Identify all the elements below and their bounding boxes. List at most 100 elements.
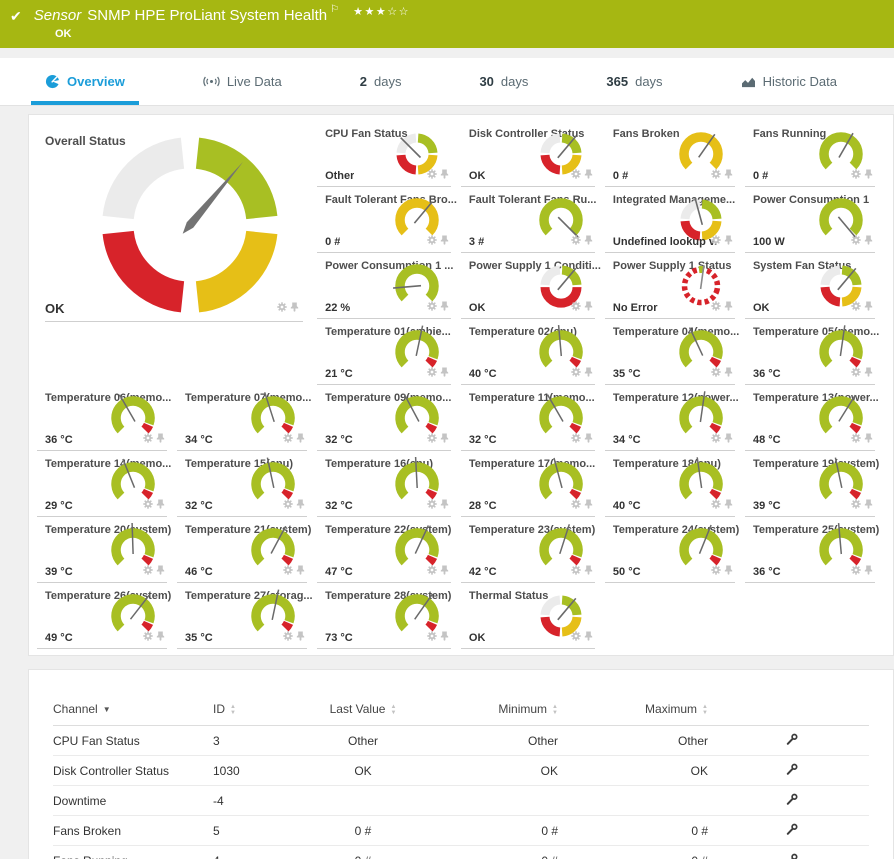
gear-icon[interactable] — [571, 562, 581, 580]
pin-icon[interactable] — [440, 298, 449, 316]
gear-icon[interactable] — [283, 628, 293, 646]
gear-icon[interactable] — [143, 496, 153, 514]
gauge-tile[interactable]: Temperature 19(system) 39 °C — [745, 453, 885, 519]
gear-icon[interactable] — [571, 232, 581, 250]
pin-icon[interactable] — [724, 496, 733, 514]
star-rating[interactable]: ★★★☆☆ — [353, 5, 410, 18]
sort-icon[interactable] — [552, 704, 558, 716]
pin-icon[interactable] — [440, 496, 449, 514]
column-header-minimum[interactable]: Minimum — [428, 696, 558, 726]
pin-icon[interactable] — [584, 298, 593, 316]
gear-icon[interactable] — [427, 562, 437, 580]
gear-icon[interactable] — [283, 562, 293, 580]
gauge-tile[interactable]: Integrated Manageme... Undefined lookup … — [605, 189, 745, 255]
pin-icon[interactable] — [724, 364, 733, 382]
pin-icon[interactable] — [296, 430, 305, 448]
gauge-tile[interactable]: Power Consumption 1 ... 22 % — [317, 255, 461, 321]
gear-icon[interactable] — [851, 166, 861, 184]
gear-icon[interactable] — [427, 166, 437, 184]
gear-icon[interactable] — [851, 298, 861, 316]
column-header-maximum[interactable]: Maximum — [558, 696, 708, 726]
gauge-tile[interactable]: Temperature 14(memo... 29 °C — [37, 453, 177, 519]
pin-icon[interactable] — [724, 232, 733, 250]
gauge-tile[interactable]: Temperature 28(system) 73 °C — [317, 585, 461, 651]
gauge-tile[interactable]: Temperature 20(system) 39 °C — [37, 519, 177, 585]
priority-flag-icon[interactable]: ⚐ — [330, 4, 339, 15]
gear-icon[interactable] — [571, 166, 581, 184]
table-row[interactable]: Disk Controller Status 1030 OK OK OK — [53, 756, 869, 786]
gear-icon[interactable] — [143, 430, 153, 448]
gauge-tile[interactable]: Fault Tolerant Fans Bro... 0 # — [317, 189, 461, 255]
gear-icon[interactable] — [143, 628, 153, 646]
gauge-tile[interactable]: Temperature 09(memo... 32 °C — [317, 387, 461, 453]
gear-icon[interactable] — [711, 364, 721, 382]
star-icon[interactable]: ★ — [364, 6, 375, 18]
pin-icon[interactable] — [584, 628, 593, 646]
pin-icon[interactable] — [296, 562, 305, 580]
gauge-tile[interactable]: Power Supply 1 Conditi... OK — [461, 255, 605, 321]
gear-icon[interactable] — [571, 364, 581, 382]
pin-icon[interactable] — [156, 562, 165, 580]
pin-icon[interactable] — [440, 364, 449, 382]
overall-status-tile[interactable]: Overall Status OK — [37, 123, 317, 387]
gauge-tile[interactable]: Fans Broken 0 # — [605, 123, 745, 189]
gauge-tile[interactable]: Temperature 07(memo... 34 °C — [177, 387, 317, 453]
gear-icon[interactable] — [851, 496, 861, 514]
pin-icon[interactable] — [864, 232, 873, 250]
gauge-tile[interactable]: Temperature 24(system) 50 °C — [605, 519, 745, 585]
tab-overview[interactable]: Overview — [31, 58, 139, 105]
gear-icon[interactable] — [571, 430, 581, 448]
gauge-tile[interactable]: Temperature 16(cpu) 32 °C — [317, 453, 461, 519]
gear-icon[interactable] — [143, 562, 153, 580]
gauge-tile[interactable]: Temperature 17(memo... 28 °C — [461, 453, 605, 519]
gauge-tile[interactable]: System Fan Status OK — [745, 255, 885, 321]
gear-icon[interactable] — [427, 628, 437, 646]
pin-icon[interactable] — [584, 232, 593, 250]
gauge-tile[interactable]: Temperature 04(memo... 35 °C — [605, 321, 745, 387]
pin-icon[interactable] — [864, 364, 873, 382]
gauge-tile[interactable]: Power Supply 1 Status No Error — [605, 255, 745, 321]
edit-channel-icon[interactable] — [786, 763, 798, 778]
gear-icon[interactable] — [427, 430, 437, 448]
gear-icon[interactable] — [711, 298, 721, 316]
pin-icon[interactable] — [724, 562, 733, 580]
gauge-tile[interactable]: Temperature 18(cpu) 40 °C — [605, 453, 745, 519]
pin-icon[interactable] — [440, 628, 449, 646]
star-icon[interactable]: ★ — [353, 6, 364, 18]
pin-icon[interactable] — [584, 562, 593, 580]
gauge-tile[interactable]: Temperature 05(memo... 36 °C — [745, 321, 885, 387]
edit-channel-icon[interactable] — [786, 793, 798, 808]
gauge-tile[interactable]: Temperature 27(storag... 35 °C — [177, 585, 317, 651]
edit-channel-icon[interactable] — [786, 853, 798, 859]
gauge-tile[interactable]: Temperature 06(memo... 36 °C — [37, 387, 177, 453]
pin-icon[interactable] — [864, 430, 873, 448]
gear-icon[interactable] — [427, 298, 437, 316]
pin-icon[interactable] — [156, 628, 165, 646]
pin-icon[interactable] — [864, 562, 873, 580]
gear-icon[interactable] — [711, 562, 721, 580]
pin-icon[interactable] — [864, 166, 873, 184]
pin-icon[interactable] — [156, 430, 165, 448]
edit-channel-icon[interactable] — [786, 823, 798, 838]
gauge-tile[interactable]: Temperature 21(system) 46 °C — [177, 519, 317, 585]
table-row[interactable]: Fans Running 4 0 # 0 # 0 # — [53, 846, 869, 859]
gauge-tile[interactable]: Power Consumption 1 100 W — [745, 189, 885, 255]
star-icon[interactable]: ☆ — [387, 6, 398, 18]
pin-icon[interactable] — [724, 298, 733, 316]
column-header-id[interactable]: ID — [213, 696, 298, 726]
gauge-tile[interactable]: Temperature 01(ambie... 21 °C — [317, 321, 461, 387]
gear-icon[interactable] — [277, 299, 287, 317]
edit-channel-icon[interactable] — [786, 733, 798, 748]
sort-icon[interactable] — [702, 704, 708, 716]
gear-icon[interactable] — [571, 496, 581, 514]
gauge-tile[interactable]: Disk Controller Status OK — [461, 123, 605, 189]
gauge-tile[interactable]: Temperature 23(system) 42 °C — [461, 519, 605, 585]
pin-icon[interactable] — [440, 232, 449, 250]
gear-icon[interactable] — [571, 298, 581, 316]
gear-icon[interactable] — [571, 628, 581, 646]
gear-icon[interactable] — [427, 232, 437, 250]
gear-icon[interactable] — [711, 166, 721, 184]
sort-icon[interactable] — [230, 704, 236, 716]
pin-icon[interactable] — [440, 562, 449, 580]
gear-icon[interactable] — [851, 430, 861, 448]
